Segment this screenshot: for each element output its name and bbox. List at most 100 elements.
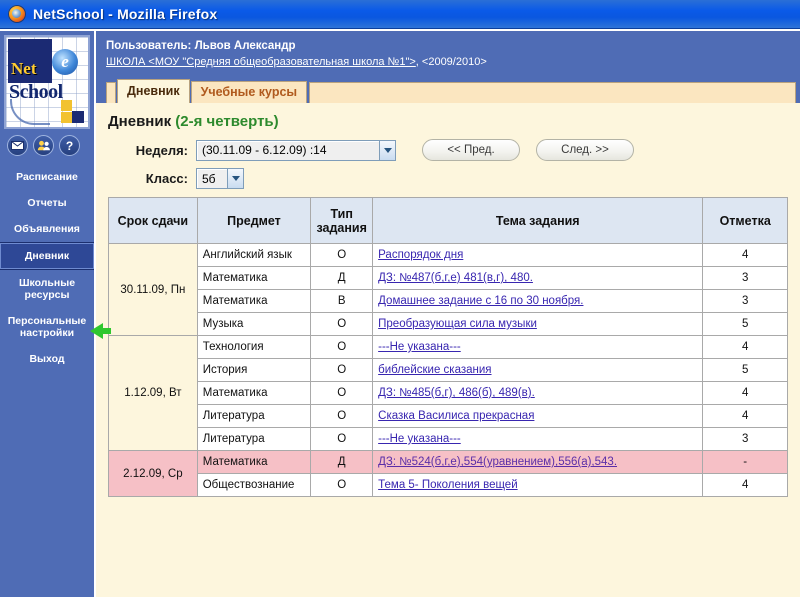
- logo-square-yellow-2: [61, 112, 72, 123]
- week-filter-row: Неделя: (30.11.09 - 6.12.09) :14 << Пред…: [122, 139, 794, 161]
- cell-mark: 4: [703, 405, 788, 428]
- tab-uchebnye-kursy[interactable]: Учебные курсы: [191, 81, 308, 103]
- cell-topic: ДЗ: №524(б,г,е),554(уравнением),556(а),5…: [373, 451, 703, 474]
- school-year-label: , <2009/2010>: [416, 56, 487, 68]
- diary-table: Срок сдачи Предмет Тип задания Тема зада…: [108, 197, 788, 497]
- topic-link[interactable]: ДЗ: №485(б,г), 486(б), 489(в).: [378, 387, 535, 399]
- chevron-down-icon[interactable]: [379, 141, 395, 160]
- col-header-date: Срок сдачи: [109, 198, 198, 244]
- sidebar-item-obyavleniya[interactable]: Объявления: [0, 216, 94, 242]
- sidebar-item-personalnye-nastroyki[interactable]: Персональные настройки: [0, 308, 94, 346]
- table-row: МатематикаВ Домашнее задание с 16 по 30 н…: [109, 290, 788, 313]
- col-header-topic: Тема задания: [373, 198, 703, 244]
- topic-link[interactable]: библейские сказания: [378, 364, 491, 376]
- chevron-down-icon[interactable]: [227, 169, 243, 188]
- cell-mark: 4: [703, 244, 788, 267]
- cell-topic: Тема 5- Поколения вещей: [373, 474, 703, 497]
- cell-subject: История: [197, 359, 311, 382]
- cell-subject: Математика: [197, 382, 311, 405]
- cell-subject: Обществознание: [197, 474, 311, 497]
- next-week-button[interactable]: След. >>: [536, 139, 634, 161]
- sidebar-item-dnevnik[interactable]: Дневник: [0, 242, 94, 270]
- class-filter-row: Класс: 5б: [122, 168, 794, 189]
- class-select[interactable]: 5б: [196, 168, 244, 189]
- firefox-icon: [8, 5, 26, 23]
- cell-due-date: 30.11.09, Пн: [109, 244, 198, 336]
- cell-topic: ---Не указана---: [373, 336, 703, 359]
- topic-link[interactable]: ДЗ: №487(б,г,е) 481(в,г), 480.: [378, 272, 533, 284]
- prev-week-button[interactable]: << Пред.: [422, 139, 520, 161]
- sidebar: e Net School: [0, 31, 96, 600]
- topic-link[interactable]: Тема 5- Поколения вещей: [378, 479, 518, 491]
- cell-subject: Литература: [197, 405, 311, 428]
- col-header-subject: Предмет: [197, 198, 311, 244]
- week-select[interactable]: (30.11.09 - 6.12.09) :14: [196, 140, 396, 161]
- cell-topic: Распорядок дня: [373, 244, 703, 267]
- sidebar-item-shkolnye-resursy[interactable]: Школьные ресурсы: [0, 270, 94, 308]
- table-header-row: Срок сдачи Предмет Тип задания Тема зада…: [109, 198, 788, 244]
- quarter-label: (2-я четверть): [175, 113, 278, 130]
- cell-mark: 5: [703, 313, 788, 336]
- cell-subject: Английский язык: [197, 244, 311, 267]
- logo-text-net: Net: [11, 59, 36, 79]
- sidebar-item-otchety[interactable]: Отчеты: [0, 190, 94, 216]
- content-area: Пользователь: Львов Александр ШКОЛА <МОУ…: [96, 31, 800, 600]
- cell-topic: Домашнее задание с 16 по 30 ноября.: [373, 290, 703, 313]
- class-select-value: 5б: [202, 172, 227, 186]
- cell-mark: 4: [703, 336, 788, 359]
- cell-subject: Математика: [197, 290, 311, 313]
- cell-task-type: О: [311, 313, 373, 336]
- pointer-arrow-tail-icon: [101, 328, 111, 334]
- users-icon[interactable]: [33, 135, 54, 156]
- sidebar-item-raspisanie[interactable]: Расписание: [0, 164, 94, 190]
- tab-dnevnik[interactable]: Дневник: [117, 79, 190, 103]
- topic-link[interactable]: Распорядок дня: [378, 249, 463, 261]
- topic-link[interactable]: Преобразующая сила музыки: [378, 318, 537, 330]
- cell-mark: 3: [703, 290, 788, 313]
- col-header-mark: Отметка: [703, 198, 788, 244]
- cell-topic: ---Не указана---: [373, 428, 703, 451]
- diary-table-body: 30.11.09, ПнАнглийский язык О Распорядок д…: [109, 244, 788, 497]
- window-title: NetSchool - Mozilla Firefox: [33, 6, 217, 22]
- cell-task-type: В: [311, 290, 373, 313]
- table-row: ЛитератураО---Не указана---3: [109, 428, 788, 451]
- topic-link[interactable]: ---Не указана---: [378, 341, 461, 353]
- cell-task-type: Д: [311, 451, 373, 474]
- cell-mark: 3: [703, 428, 788, 451]
- help-icon[interactable]: ?: [59, 135, 80, 156]
- user-info-bar: Пользователь: Львов Александр ШКОЛА <МОУ…: [96, 31, 800, 77]
- cell-task-type: О: [311, 382, 373, 405]
- sidebar-nav: Расписание Отчеты Объявления Дневник Шко…: [0, 160, 94, 372]
- mail-icon[interactable]: [7, 135, 28, 156]
- topic-link[interactable]: Сказка Василиса прекрасная: [378, 410, 534, 422]
- page-title: Дневник (2-я четверть): [108, 113, 794, 130]
- cell-subject: Музыка: [197, 313, 311, 336]
- cell-topic: ДЗ: №485(б,г), 486(б), 489(в).: [373, 382, 703, 405]
- cell-topic: библейские сказания: [373, 359, 703, 382]
- school-info: ШКОЛА <МОУ "Средняя общеобразовательная …: [106, 56, 800, 68]
- topic-link[interactable]: ---Не указана---: [378, 433, 461, 445]
- cell-topic: Сказка Василиса прекрасная: [373, 405, 703, 428]
- page-title-text: Дневник: [108, 113, 171, 130]
- tab-bar: Дневник Учебные курсы: [96, 77, 800, 103]
- cell-task-type: Д: [311, 267, 373, 290]
- topic-link[interactable]: ДЗ: №524(б,г,е),554(уравнением),556(а),5…: [378, 456, 617, 468]
- school-link[interactable]: ШКОЛА <МОУ "Средняя общеобразовательная …: [106, 56, 416, 68]
- topic-link[interactable]: Домашнее задание с 16 по 30 ноября.: [378, 295, 583, 307]
- table-row: МатематикаО ДЗ: №485(б,г), 486(б), 489(в)…: [109, 382, 788, 405]
- netschool-logo: e Net School: [4, 35, 90, 129]
- sidebar-item-vyhod[interactable]: Выход: [0, 346, 94, 372]
- cell-due-date: 1.12.09, Вт: [109, 336, 198, 451]
- logo-square-navy: [72, 111, 84, 123]
- cell-subject: Математика: [197, 267, 311, 290]
- table-row: 2.12.09, СрМатематикаДДЗ: №524(б,г,е),55…: [109, 451, 788, 474]
- table-row: 1.12.09, ВтТехнологияО---Не указана---4: [109, 336, 788, 359]
- sidebar-icon-row: ?: [0, 129, 94, 160]
- week-select-value: (30.11.09 - 6.12.09) :14: [202, 143, 379, 157]
- tab-left-stub: [106, 82, 116, 103]
- table-row: ИсторияОбиблейские сказания5: [109, 359, 788, 382]
- cell-subject: Математика: [197, 451, 311, 474]
- col-header-type: Тип задания: [311, 198, 373, 244]
- table-row: ОбществознаниеОТема 5- Поколения вещей4: [109, 474, 788, 497]
- table-row: МузыкаО Преобразующая сила музыки 5: [109, 313, 788, 336]
